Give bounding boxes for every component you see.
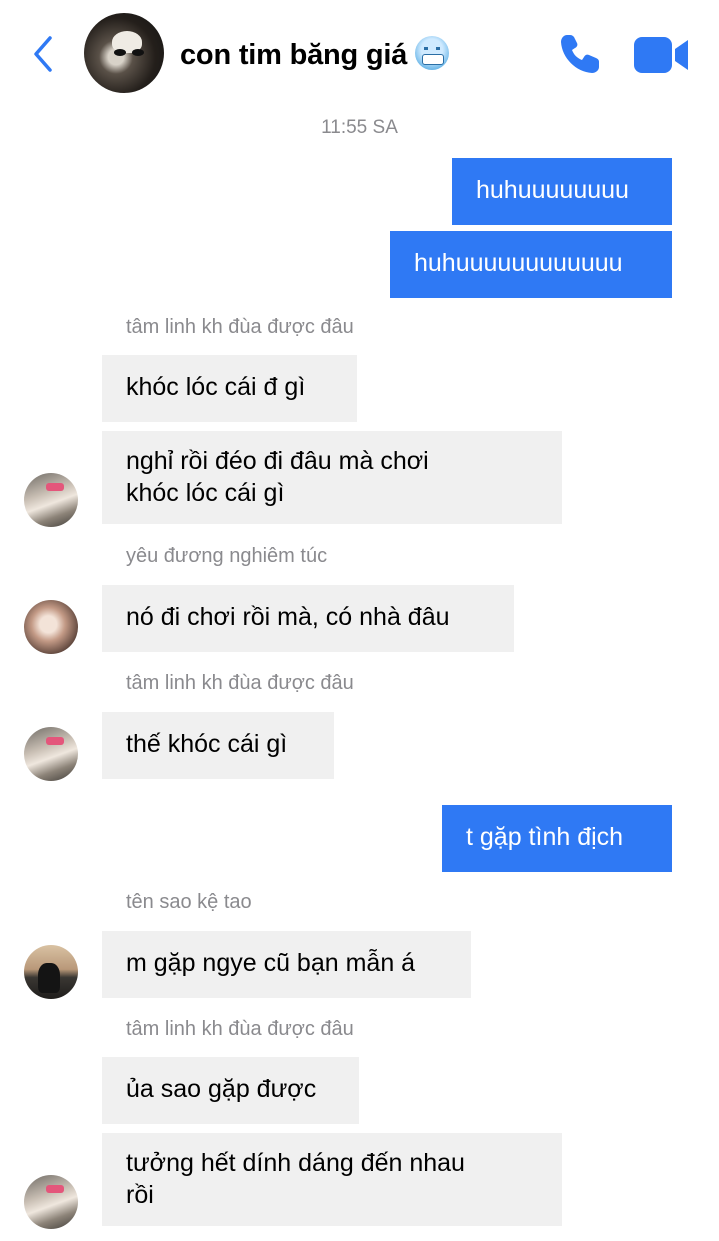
avatar[interactable]: [24, 945, 78, 999]
message-line: khóc lóc cái gì: [126, 479, 285, 507]
message-line: tưởng hết dính dáng đến nhau: [126, 1149, 465, 1177]
sender-name: tâm linh kh đùa được đâu: [126, 316, 354, 338]
incoming-message[interactable]: nghỉ rồi đéo đi đâu mà chơi khóc lóc cái…: [102, 431, 562, 524]
outgoing-message[interactable]: huhuuuuuuuu: [452, 158, 672, 225]
outgoing-message[interactable]: t gặp tình địch: [442, 805, 672, 872]
chat-title-text: con tim băng giá: [180, 39, 408, 71]
incoming-message[interactable]: thế khóc cái gì: [102, 712, 334, 779]
incoming-message[interactable]: tưởng hết dính dáng đến nhau rồi: [102, 1133, 562, 1226]
chat-header: con tim băng giá: [0, 0, 719, 110]
avatar[interactable]: [24, 473, 78, 527]
message-timestamp: 11:55 SA: [321, 117, 398, 138]
message-line: nghỉ rồi đéo đi đâu mà chơi: [126, 447, 429, 475]
cold-face-emoji-icon: [415, 36, 450, 70]
back-chevron-icon[interactable]: [28, 34, 58, 74]
group-avatar[interactable]: [84, 13, 164, 93]
message-line: rồi: [126, 1181, 154, 1209]
phone-icon[interactable]: [558, 32, 602, 76]
video-camera-icon[interactable]: [632, 35, 690, 75]
sender-name: tâm linh kh đùa được đâu: [126, 672, 354, 694]
sender-name: yêu đương nghiêm túc: [126, 545, 328, 567]
chat-title[interactable]: con tim băng giá: [180, 36, 450, 72]
incoming-message[interactable]: nó đi chơi rồi mà, có nhà đâu: [102, 585, 514, 652]
incoming-message[interactable]: khóc lóc cái đ gì: [102, 355, 357, 422]
sender-name: tâm linh kh đùa được đâu: [126, 1018, 354, 1040]
sender-name: tên sao kệ tao: [126, 891, 252, 913]
incoming-message[interactable]: m gặp ngye cũ bạn mẫn á: [102, 931, 471, 998]
outgoing-message[interactable]: huhuuuuuuuuuuuu: [390, 231, 672, 298]
avatar[interactable]: [24, 600, 78, 654]
incoming-message[interactable]: ủa sao gặp được: [102, 1057, 359, 1124]
avatar[interactable]: [24, 727, 78, 781]
avatar[interactable]: [24, 1175, 78, 1229]
